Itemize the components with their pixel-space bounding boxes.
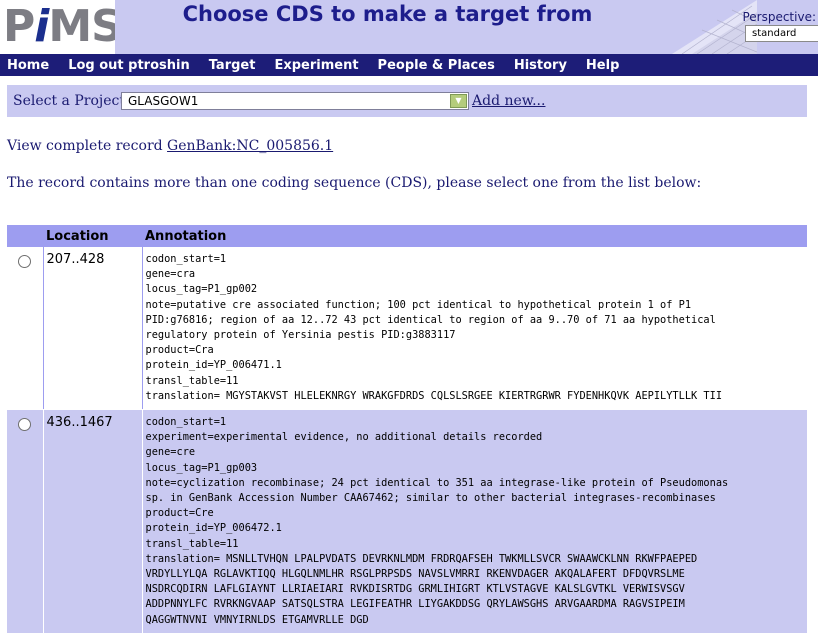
nav-help[interactable]: Help bbox=[586, 58, 619, 73]
annotation-line: gene=cre bbox=[145, 446, 196, 459]
cds-select-cell bbox=[7, 247, 43, 411]
annotation-line: sp. in GenBank Accession Number CAA67462… bbox=[145, 492, 716, 505]
project-select[interactable]: GLASGOW1 ▼ bbox=[121, 92, 469, 110]
nav-people-places[interactable]: People & Places bbox=[378, 58, 495, 73]
annotation-line: locus_tag=P1_gp003 bbox=[145, 461, 258, 474]
intro-text: The record contains more than one coding… bbox=[7, 175, 702, 191]
annotation-line: translation= MGYSTAKVST HLELEKNRGY WRAKG… bbox=[145, 389, 723, 402]
annotation-line: transl_table=11 bbox=[145, 537, 239, 550]
annotation-line: product=Cra bbox=[145, 344, 214, 357]
project-select-value: GLASGOW1 bbox=[128, 94, 199, 108]
logo-prefix: P bbox=[3, 1, 35, 52]
cds-row: 436..1467 codon_start=1 experiment=experim… bbox=[7, 409, 807, 634]
header: PiMS Choose CDS to make a target from Pe… bbox=[0, 0, 818, 54]
annotation-line: protein_id=YP_006471.1 bbox=[145, 359, 282, 372]
annotation-line: transl_table=11 bbox=[145, 374, 239, 387]
nav-home[interactable]: Home bbox=[7, 58, 49, 73]
nav-target[interactable]: Target bbox=[209, 58, 256, 73]
chevron-down-icon[interactable]: ▼ bbox=[450, 94, 467, 108]
annotation-column-header: Annotation bbox=[142, 225, 807, 247]
view-record-label: View complete record bbox=[7, 138, 163, 154]
genbank-record-link[interactable]: GenBank:NC_005856.1 bbox=[167, 138, 333, 154]
annotation-line: product=Cre bbox=[145, 507, 214, 520]
perspective-select[interactable]: standard bbox=[745, 25, 818, 42]
nav-history[interactable]: History bbox=[514, 58, 567, 73]
cds-annotation: codon_start=1 experiment=experimental evi… bbox=[141, 409, 807, 634]
annotation-line: locus_tag=P1_gp002 bbox=[145, 283, 258, 296]
cds-table: Location Annotation 207..428 codon_start=… bbox=[7, 225, 807, 634]
annotation-line: note=putative cre associated function; 1… bbox=[145, 298, 692, 311]
annotation-line: VRDYLLYLQA RGLAVKTIQQ HLGQLNMLHR RSGLPRP… bbox=[145, 568, 685, 581]
logo-suffix: MS bbox=[48, 1, 115, 52]
annotation-line: experiment=experimental evidence, no add… bbox=[145, 431, 543, 444]
cds-location: 436..1467 bbox=[42, 409, 142, 634]
radio-column-header bbox=[7, 225, 43, 247]
cds-table-header-row: Location Annotation bbox=[7, 225, 807, 247]
main-nav: Home Log out ptroshin Target Experiment … bbox=[0, 54, 818, 76]
cds-row: 207..428 codon_start=1 gene=cra locus_tag=P… bbox=[7, 247, 807, 411]
add-new-project-link[interactable]: Add new... bbox=[472, 93, 545, 109]
cds-table-body: 207..428 codon_start=1 gene=cra locus_tag=P… bbox=[7, 247, 807, 634]
annotation-line: codon_start=1 bbox=[145, 416, 227, 429]
annotation-line: PID:g76816; region of aa 12..72 43 pct i… bbox=[145, 313, 716, 326]
cds-select-radio[interactable] bbox=[18, 255, 31, 268]
annotation-line: regulatory protein of Yersinia pestis PI… bbox=[145, 329, 456, 342]
crystal-banner-icon bbox=[672, 0, 757, 54]
location-column-header: Location bbox=[43, 225, 142, 247]
cds-select-radio[interactable] bbox=[18, 418, 31, 432]
annotation-line: ADDPNNYLFC RVRKNGVAAP SATSQLSTRA LEGIFEA… bbox=[145, 598, 685, 611]
annotation-line: QAGGWTNVNI VMNYIRNLDS ETGAMVRLLE DGD bbox=[145, 613, 369, 626]
cds-location: 207..428 bbox=[42, 247, 142, 411]
view-record-line: View complete record GenBank:NC_005856.1 bbox=[7, 138, 333, 154]
annotation-line: gene=cra bbox=[145, 268, 196, 281]
annotation-line: protein_id=YP_006472.1 bbox=[145, 522, 282, 535]
pims-logo[interactable]: PiMS bbox=[0, 0, 115, 54]
project-bar: Select a Project: GLASGOW1 ▼ Add new... bbox=[7, 85, 807, 117]
perspective-label: Perspective: bbox=[742, 10, 816, 24]
annotation-line: translation= MSNLLTVHQN LPALPVDATS DEVRK… bbox=[145, 552, 698, 565]
cds-annotation: codon_start=1 gene=cra locus_tag=P1_gp002n… bbox=[141, 247, 807, 411]
annotation-line: NSDRCQDIRN LAFLGIAYNT LLRIAEIARI RVKDISR… bbox=[145, 583, 685, 596]
project-label: Select a Project: bbox=[13, 93, 130, 109]
annotation-line: codon_start=1 bbox=[145, 253, 227, 265]
cds-select-cell bbox=[7, 409, 43, 634]
nav-experiment[interactable]: Experiment bbox=[274, 58, 358, 73]
nav-logout[interactable]: Log out ptroshin bbox=[68, 58, 190, 73]
logo-i: i bbox=[34, 1, 49, 52]
annotation-line: note=cyclization recombinase; 24 pct ide… bbox=[145, 476, 729, 489]
page-title: Choose CDS to make a target from bbox=[182, 2, 593, 26]
